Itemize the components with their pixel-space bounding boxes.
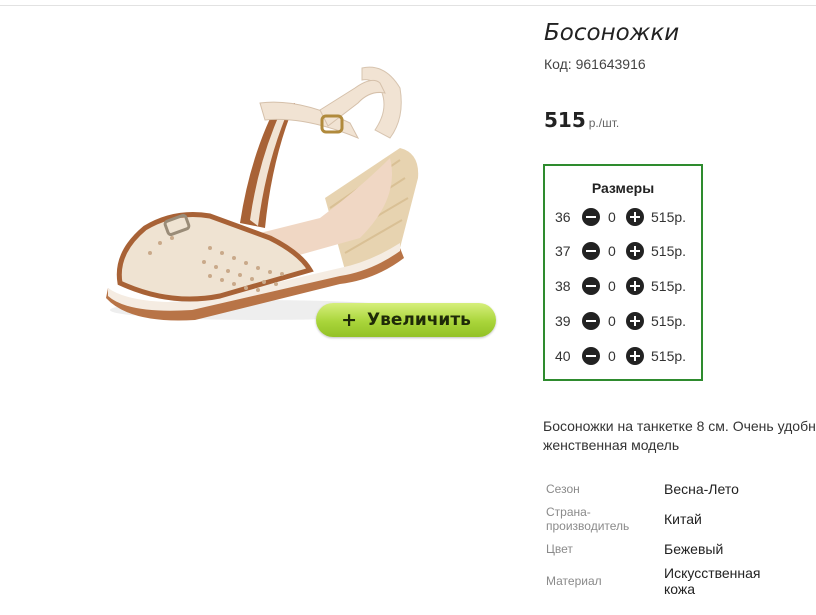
minus-icon[interactable]	[582, 347, 600, 365]
size-value: 37	[555, 243, 571, 259]
spec-value-country: Китай	[664, 511, 702, 527]
size-value: 36	[555, 209, 571, 225]
minus-icon[interactable]	[582, 312, 600, 330]
zoom-button[interactable]: + Увеличить	[316, 303, 496, 337]
sizes-title: Размеры	[591, 180, 655, 196]
plus-icon: +	[341, 309, 357, 331]
size-price: 515р.	[651, 243, 687, 259]
description-line: женственная модель	[543, 437, 680, 453]
product-code: Код: 961643916	[544, 56, 646, 72]
size-quantity: 0	[608, 209, 616, 225]
spec-label-material: Материал	[546, 574, 602, 588]
spec-label-line: Страна-	[546, 505, 591, 519]
size-row: 40 0 515р.	[545, 344, 701, 368]
size-quantity: 0	[608, 348, 616, 364]
minus-icon[interactable]	[582, 242, 600, 260]
spec-label-country: Страна- производитель	[546, 505, 629, 533]
plus-icon[interactable]	[626, 347, 644, 365]
size-row: 36 0 515р.	[545, 205, 701, 229]
spec-value-material: Искусственная кожа	[664, 565, 761, 597]
sizes-panel: Размеры 36 0 515р. 37 0 515р. 38 0 515р.…	[543, 164, 703, 381]
size-value: 39	[555, 313, 571, 329]
product-price: 515 р./шт.	[544, 108, 619, 132]
size-quantity: 0	[608, 278, 616, 294]
spec-value-line: кожа	[664, 581, 696, 597]
product-image[interactable]	[100, 48, 430, 338]
minus-icon[interactable]	[582, 208, 600, 226]
size-quantity: 0	[608, 243, 616, 259]
spec-value-line: Искусственная	[664, 565, 761, 581]
spec-label-line: производитель	[546, 519, 630, 533]
size-price: 515р.	[651, 209, 687, 225]
product-description: Босоножки на танкетке 8 см. Очень удобн …	[543, 417, 816, 455]
price-unit: р./шт.	[588, 116, 620, 130]
size-price: 515р.	[651, 278, 687, 294]
price-amount: 515	[544, 108, 586, 132]
size-row: 38 0 515р.	[545, 274, 701, 298]
minus-icon[interactable]	[582, 277, 600, 295]
spec-value-color: Бежевый	[664, 541, 724, 557]
plus-icon[interactable]	[626, 208, 644, 226]
spec-label-season: Сезон	[546, 482, 580, 496]
zoom-button-label: Увеличить	[366, 310, 471, 330]
size-value: 38	[555, 278, 571, 294]
size-quantity: 0	[608, 313, 616, 329]
size-row: 39 0 515р.	[545, 309, 701, 333]
size-price: 515р.	[651, 313, 687, 329]
size-row: 37 0 515р.	[545, 239, 701, 263]
top-divider	[0, 5, 816, 6]
plus-icon[interactable]	[626, 277, 644, 295]
description-line: Босоножки на танкетке 8 см. Очень удобн	[543, 418, 816, 434]
plus-icon[interactable]	[626, 242, 644, 260]
size-price: 515р.	[651, 348, 687, 364]
product-page: + Увеличить Босоножки Код: 961643916 515…	[0, 0, 816, 615]
spec-value-season: Весна-Лето	[664, 481, 739, 497]
size-value: 40	[555, 348, 571, 364]
spec-label-color: Цвет	[546, 542, 573, 556]
product-title: Босоножки	[544, 20, 680, 46]
plus-icon[interactable]	[626, 312, 644, 330]
